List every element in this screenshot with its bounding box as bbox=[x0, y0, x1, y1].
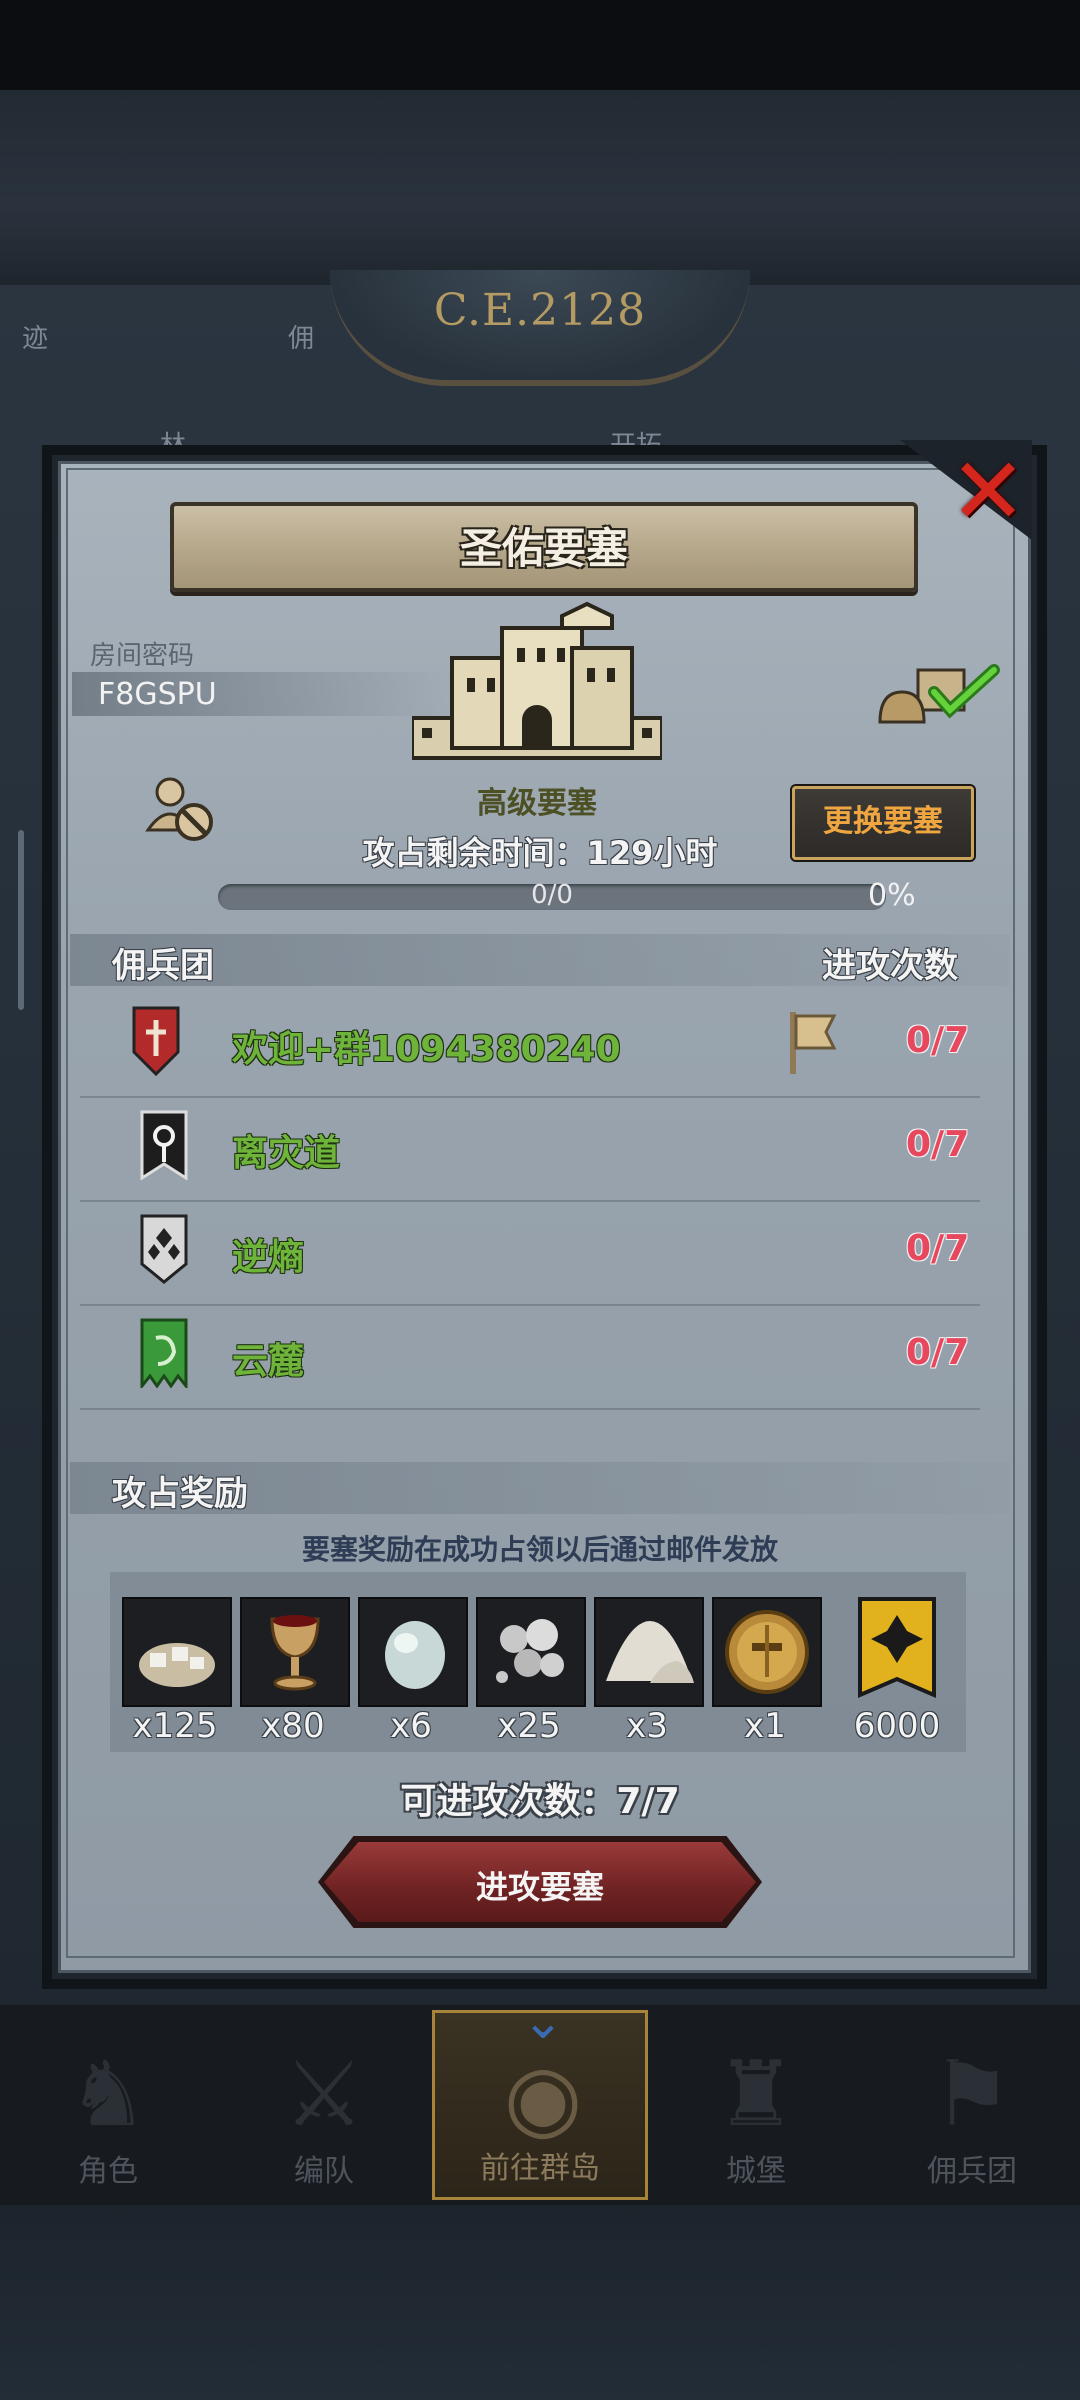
nav-role[interactable]: ♞ 角色 bbox=[0, 2010, 216, 2200]
nav-role-label: 角色 bbox=[78, 2154, 138, 2189]
nav-formation-label: 编队 bbox=[294, 2154, 354, 2189]
moonstone-icon bbox=[385, 1621, 445, 1689]
close-icon: ✕ bbox=[949, 438, 1027, 545]
nav-castle-label: 城堡 bbox=[726, 2154, 786, 2189]
era-label: C.E.2128 bbox=[433, 285, 647, 336]
mercs-header: 佣兵团 bbox=[112, 946, 214, 986]
attacks-remaining: 可进攻次数：7/7 bbox=[400, 1781, 680, 1822]
progress-percent: 0% bbox=[868, 878, 916, 913]
chevron-down-icon: ⌄ bbox=[522, 1992, 564, 2050]
bg-tab-1: 迹 bbox=[22, 324, 49, 354]
status-bar bbox=[0, 0, 1080, 90]
top-band bbox=[0, 90, 1080, 285]
remaining-time: 攻占剩余时间：129小时 bbox=[200, 828, 880, 874]
guild-banner-icon bbox=[140, 1318, 188, 1388]
reward-slot[interactable] bbox=[712, 1597, 822, 1707]
room-password-label: 房间密码 bbox=[90, 641, 195, 671]
nav-mercenary-label: 佣兵团 bbox=[927, 2154, 1017, 2189]
bottom-area bbox=[0, 2205, 1080, 2400]
bg-tab-2: 佣 bbox=[288, 324, 315, 354]
guild-name: 离灾道 bbox=[232, 1133, 341, 1174]
reward-slot[interactable] bbox=[358, 1597, 468, 1707]
silver-ore-icon bbox=[496, 1619, 564, 1683]
guild-name: 云麓 bbox=[232, 1341, 305, 1382]
remaining-value: 129 bbox=[586, 834, 654, 872]
formation-icon: ⚔ bbox=[283, 2042, 365, 2147]
nav-formation[interactable]: ⚔ 编队 bbox=[216, 2010, 432, 2200]
remaining-unit: 小时 bbox=[653, 834, 718, 872]
guild-row[interactable]: 离灾道 0/7 bbox=[80, 1096, 980, 1202]
reward-header: 攻占奖励 bbox=[112, 1474, 248, 1514]
attack-count: 0/7 bbox=[906, 1020, 970, 1061]
guild-row[interactable]: 欢迎+群1094380240 0/7 bbox=[80, 992, 980, 1098]
gold-banner-icon bbox=[858, 1597, 936, 1699]
guild-row[interactable]: 逆熵 0/7 bbox=[80, 1200, 980, 1306]
remaining-label: 攻占剩余时间： bbox=[362, 834, 587, 872]
progress-count: 0/0 bbox=[531, 880, 573, 910]
reward-qty: x25 bbox=[497, 1706, 561, 1746]
guild-banner-icon bbox=[140, 1110, 188, 1180]
nav-mercenary[interactable]: ⚑ 佣兵团 bbox=[864, 2010, 1080, 2200]
reward-claimed-icon bbox=[878, 664, 1000, 724]
knight-icon: ♞ bbox=[67, 2042, 149, 2147]
stone-pile-icon bbox=[139, 1643, 215, 1687]
room-code[interactable]: F8GSPU bbox=[98, 677, 217, 712]
reward-qty: x6 bbox=[390, 1706, 432, 1746]
guild-name: 逆熵 bbox=[232, 1237, 305, 1278]
attack-fortress-label: 进攻要塞 bbox=[475, 1868, 604, 1906]
reward-slot[interactable] bbox=[852, 1597, 942, 1707]
reward-qty: x1 bbox=[744, 1706, 786, 1746]
left-scroll-hint bbox=[18, 830, 24, 1010]
reward-qty: x125 bbox=[132, 1706, 218, 1746]
dialog-title: 圣佑要塞 bbox=[459, 524, 628, 573]
guild-row[interactable]: 云麓 0/7 bbox=[80, 1304, 980, 1410]
mercenary-icon: ⚑ bbox=[931, 2042, 1013, 2147]
reward-qty: 6000 bbox=[853, 1706, 941, 1746]
nav-islands-label: 前往群岛 bbox=[480, 2151, 600, 2186]
goblet-icon bbox=[270, 1615, 320, 1691]
reward-note: 要塞奖励在成功占领以后通过邮件发放 bbox=[301, 1533, 778, 1566]
fortress-level: 高级要塞 bbox=[477, 786, 597, 821]
gold-helmet-icon bbox=[725, 1610, 809, 1694]
nav-islands[interactable]: ◉ ⌄ 前往群岛 bbox=[432, 1996, 648, 2200]
flag-icon bbox=[790, 1012, 837, 1074]
attacks-header: 进攻次数 bbox=[822, 946, 958, 986]
salt-pile-icon bbox=[606, 1621, 694, 1683]
reward-qty: x3 bbox=[626, 1706, 668, 1746]
close-button[interactable]: ✕ bbox=[948, 446, 1028, 538]
reward-slot[interactable] bbox=[240, 1597, 350, 1707]
reward-slot[interactable] bbox=[594, 1597, 704, 1707]
attack-count: 0/7 bbox=[906, 1228, 970, 1269]
globe-icon: ◉ bbox=[503, 2045, 583, 2150]
attack-count: 0/7 bbox=[906, 1124, 970, 1165]
castle-icon: ♜ bbox=[715, 2042, 797, 2147]
reward-slot[interactable] bbox=[122, 1597, 232, 1707]
fortress-castle-icon bbox=[412, 601, 662, 760]
attack-count: 0/7 bbox=[906, 1332, 970, 1373]
reward-qty: x80 bbox=[261, 1706, 325, 1746]
guild-name: 欢迎+群1094380240 bbox=[232, 1029, 621, 1070]
nav-castle[interactable]: ♜ 城堡 bbox=[648, 2010, 864, 2200]
reward-slot[interactable] bbox=[476, 1597, 586, 1707]
guild-banner-icon bbox=[132, 1006, 180, 1076]
guild-banner-icon bbox=[140, 1214, 188, 1284]
